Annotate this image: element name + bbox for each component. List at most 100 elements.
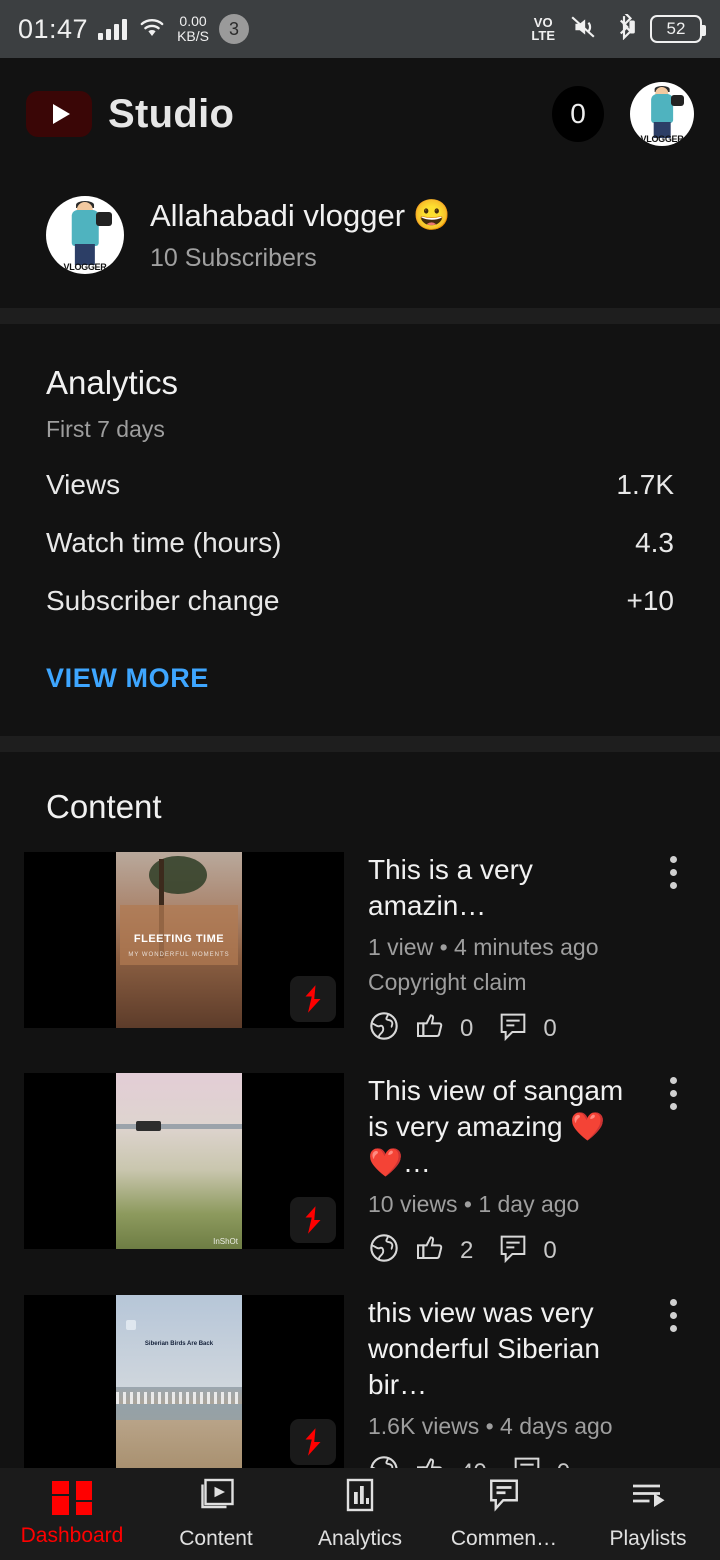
stat-label: Views [46, 469, 121, 500]
status-bar: 01:47 0.00 KB/S 3 VO LTE 52 [0, 0, 720, 58]
video-stats-line: 1 view • 4 minutes ago [368, 934, 599, 960]
volte-icon: VO LTE [531, 15, 555, 43]
channel-info: Allahabadi vlogger 😀 10 Subscribers [150, 198, 450, 273]
video-thumbnail[interactable]: FLEETING TIME MY WONDERFUL MOMENTS [24, 852, 344, 1028]
shorts-icon [290, 1197, 336, 1243]
account-avatar[interactable]: VLOGGER [630, 82, 694, 146]
video-icon-stats: 0 0 [368, 1010, 688, 1047]
bar-chart-icon [340, 1477, 380, 1518]
like-count: 0 [460, 1014, 474, 1042]
video-title: This view of sangam is very amazing ❤️❤️… [368, 1075, 624, 1178]
channel-name: Allahabadi vlogger [150, 197, 406, 233]
wifi-icon [137, 15, 167, 44]
youtube-play-icon[interactable] [26, 91, 92, 137]
video-thumbnail[interactable]: Siberian Birds Are Back [24, 1295, 344, 1471]
video-meta: this view was very wonderful Siberian bi… [344, 1295, 696, 1491]
video-options-menu[interactable] [656, 1299, 690, 1332]
comment-bubble-icon [497, 1010, 529, 1047]
stat-value: +10 [626, 585, 675, 616]
channel-header[interactable]: VLOGGER Allahabadi vlogger 😀 10 Subscrib… [0, 170, 720, 308]
nav-item-analytics[interactable]: Analytics [288, 1477, 432, 1551]
video-list-item[interactable]: InShOt This view of sangam is very amazi… [0, 1073, 720, 1295]
shorts-icon [290, 976, 336, 1022]
avatar-label: VLOGGER [63, 262, 107, 272]
section-divider [0, 308, 720, 324]
thumbnail-art: Siberian Birds Are Back [116, 1295, 242, 1471]
video-stats-line: 10 views • 1 day ago [368, 1191, 580, 1217]
view-more-link[interactable]: VIEW MORE [46, 663, 209, 694]
globe-icon [368, 1010, 400, 1047]
stat-value: 4.3 [635, 527, 674, 558]
nav-label: Dashboard [20, 1523, 124, 1547]
thumbnail-watermark: InShOt [213, 1237, 238, 1246]
video-thumbnail[interactable]: InShOt [24, 1073, 344, 1249]
video-title: this view was very wonderful Siberian bi… [368, 1297, 600, 1400]
nav-item-dashboard[interactable]: Dashboard [0, 1480, 144, 1548]
video-meta: This is a very amazin… 1 view • 4 minute… [344, 852, 696, 1047]
analytics-subtitle: First 7 days [46, 416, 165, 442]
globe-icon [368, 1232, 400, 1269]
content-section: Content FLEETING TIME MY WONDERFUL MOMEN… [0, 752, 720, 1517]
channel-name-row: Allahabadi vlogger 😀 [150, 198, 450, 234]
stat-label: Subscriber change [46, 585, 280, 616]
channel-avatar[interactable]: VLOGGER [46, 196, 124, 274]
bluetooth-icon [611, 10, 637, 45]
thumbs-up-icon [414, 1232, 446, 1269]
video-list-item[interactable]: FLEETING TIME MY WONDERFUL MOMENTS This … [0, 852, 720, 1073]
comment-count: 0 [543, 1014, 557, 1042]
app-title: Studio [108, 91, 235, 136]
nav-label: Commen… [450, 1527, 558, 1550]
analytics-section: Analytics First 7 days Views 1.7K Watch … [0, 324, 720, 736]
video-options-menu[interactable] [656, 856, 690, 889]
status-bar-right: VO LTE 52 [531, 10, 706, 45]
status-bar-left: 01:47 0.00 KB/S 3 [18, 14, 249, 45]
comment-count: 0 [543, 1236, 557, 1264]
video-title: This is a very amazin… [368, 854, 533, 921]
nav-label: Playlists [609, 1527, 687, 1550]
stat-value: 1.7K [616, 469, 674, 500]
video-frames-icon [196, 1477, 236, 1518]
bottom-navigation: Dashboard Content Analytics Commen… Play… [0, 1468, 720, 1560]
shorts-icon [290, 1419, 336, 1465]
youtube-studio-screen: 01:47 0.00 KB/S 3 VO LTE 52 Studio 0 VLO… [0, 0, 720, 1560]
stat-label: Watch time (hours) [46, 527, 282, 558]
content-title: Content [46, 788, 162, 825]
thumbnail-caption: FLEETING TIME [133, 932, 225, 945]
nav-item-content[interactable]: Content [144, 1477, 288, 1551]
avatar-label: VLOGGER [640, 134, 684, 144]
mute-icon [568, 14, 598, 45]
app-bar: Studio 0 VLOGGER [0, 58, 720, 170]
battery-icon: 52 [650, 15, 706, 43]
video-meta: This view of sangam is very amazing ❤️❤️… [344, 1073, 696, 1269]
status-notification-count: 3 [218, 14, 249, 44]
nav-label: Content [179, 1527, 253, 1550]
network-speed: 0.00 KB/S [177, 13, 209, 44]
section-divider [0, 736, 720, 752]
app-bar-actions: 0 VLOGGER [552, 82, 694, 146]
comment-bubble-icon [484, 1477, 524, 1518]
stat-row-subscriber-change: Subscriber change +10 [46, 585, 674, 617]
comment-bubble-icon [497, 1232, 529, 1269]
thumbnail-subcaption: MY WONDERFUL MOMENTS [128, 952, 230, 959]
video-options-menu[interactable] [656, 1077, 690, 1110]
dashboard-grid-icon [52, 1480, 92, 1515]
notification-badge[interactable]: 0 [552, 86, 604, 142]
video-icon-stats: 2 0 [368, 1232, 688, 1269]
stat-row-views: Views 1.7K [46, 469, 674, 501]
signal-bars-icon [98, 18, 128, 40]
thumbnail-art: FLEETING TIME MY WONDERFUL MOMENTS [116, 852, 242, 1028]
nav-item-comments[interactable]: Commen… [432, 1477, 576, 1551]
playlist-icon [628, 1477, 668, 1518]
thumbnail-text: Siberian Birds Are Back [144, 1340, 214, 1347]
grinning-face-emoji: 😀 [413, 199, 451, 232]
thumbs-up-icon [414, 1010, 446, 1047]
nav-label: Analytics [317, 1527, 403, 1550]
analytics-title: Analytics [46, 364, 179, 401]
channel-subscribers: 10 Subscribers [150, 243, 317, 272]
video-stats-line: 1.6K views • 4 days ago [368, 1413, 613, 1439]
like-count: 2 [460, 1236, 474, 1264]
video-copyright-claim: Copyright claim [368, 969, 527, 995]
thumbnail-art: InShOt [116, 1073, 242, 1249]
nav-item-playlists[interactable]: Playlists [576, 1477, 720, 1551]
status-time: 01:47 [18, 13, 89, 44]
